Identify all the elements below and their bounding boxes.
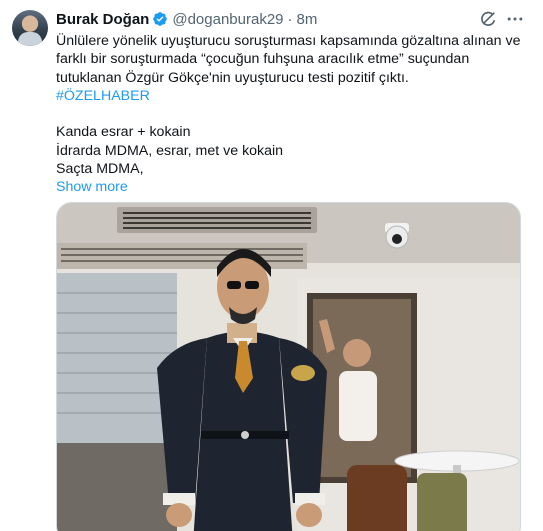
tweet-text-line-2: farklı bir soruşturmada “çocuğun fuhşuna… (56, 51, 470, 68)
tweet-text-line-4: Kanda esrar + kokain (56, 124, 191, 141)
avatar[interactable] (12, 10, 48, 46)
tweet-header: Burak Doğan @doganburak29 · 8m (56, 9, 317, 29)
photo-scene (57, 203, 520, 531)
display-name[interactable]: Burak Doğan (56, 11, 149, 28)
separator-dot: · (287, 10, 293, 28)
handle[interactable]: @doganburak29 (172, 11, 283, 28)
show-more-link[interactable]: Show more (56, 178, 526, 196)
verified-badge-icon (153, 12, 168, 26)
tweet-text-line-1: Ünlülere yönelik uyuşturucu soruşturması… (56, 33, 521, 49)
tweet[interactable]: Burak Doğan @doganburak29 · 8m Ünlülere … (0, 0, 543, 531)
tweet-text-line-5: İdrarda MDMA, esrar, met ve kokain (56, 142, 284, 159)
more-horizontal-icon[interactable] (505, 9, 525, 29)
timestamp[interactable]: 8m (297, 11, 318, 28)
grok-icon[interactable] (478, 9, 498, 29)
hashtag-link[interactable]: #ÖZELHABER (56, 87, 526, 105)
tweet-photo[interactable] (56, 202, 521, 531)
tweet-text-line-3: tutuklanan Özgür Gökçe'nin uyuşturucu te… (56, 69, 409, 86)
tweet-text: Ünlülere yönelik uyuşturucu soruşturması… (56, 32, 526, 197)
avatar-shirt (18, 32, 42, 46)
tweet-text-line-6: Saçta MDMA, (56, 161, 144, 178)
